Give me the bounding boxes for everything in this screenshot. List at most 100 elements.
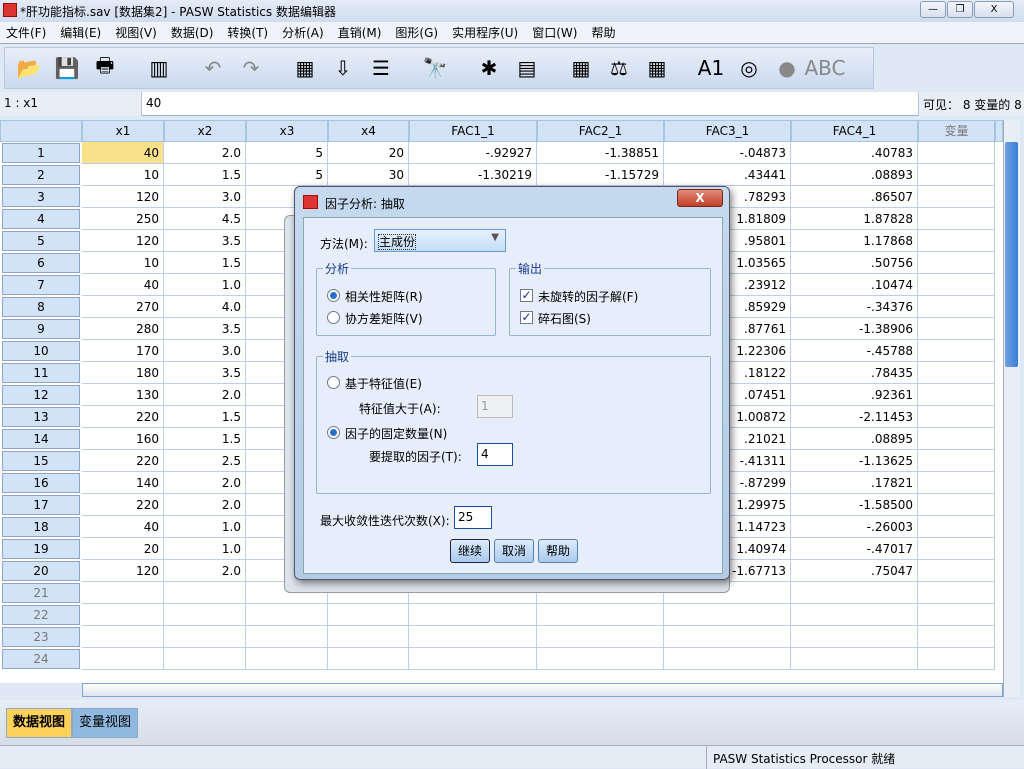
table-cell[interactable] — [537, 626, 664, 648]
table-cell[interactable] — [918, 384, 995, 406]
table-cell[interactable]: 3.0 — [164, 340, 246, 362]
row-header[interactable]: 11 — [2, 363, 80, 383]
column-header[interactable] — [995, 120, 1003, 142]
row-header[interactable]: 23 — [2, 627, 80, 647]
insert-variable-icon[interactable]: ✱ — [473, 52, 505, 84]
table-cell[interactable]: 170 — [82, 340, 164, 362]
table-cell[interactable] — [918, 604, 995, 626]
table-cell[interactable]: 180 — [82, 362, 164, 384]
menu-item[interactable]: 帮助 — [591, 24, 615, 41]
table-cell[interactable]: .50756 — [791, 252, 918, 274]
table-cell[interactable] — [664, 604, 791, 626]
table-cell[interactable]: 130 — [82, 384, 164, 406]
cancel-button[interactable]: 取消 — [494, 539, 534, 563]
table-cell[interactable]: .78435 — [791, 362, 918, 384]
table-cell[interactable]: 2.0 — [164, 142, 246, 164]
table-cell[interactable] — [328, 626, 409, 648]
table-cell[interactable] — [918, 318, 995, 340]
row-header[interactable]: 3 — [2, 187, 80, 207]
menu-item[interactable]: 视图(V) — [115, 24, 157, 41]
row-header[interactable]: 5 — [2, 231, 80, 251]
variables-icon[interactable]: ☰ — [365, 52, 397, 84]
table-cell[interactable] — [328, 604, 409, 626]
continue-button[interactable]: 继续 — [450, 539, 490, 563]
table-cell[interactable] — [918, 428, 995, 450]
table-cell[interactable]: -1.38906 — [791, 318, 918, 340]
table-cell[interactable] — [918, 296, 995, 318]
table-cell[interactable] — [918, 626, 995, 648]
table-cell[interactable]: 160 — [82, 428, 164, 450]
tab-data-view[interactable]: 数据视图 — [6, 708, 73, 738]
table-cell[interactable]: 40 — [82, 142, 164, 164]
row-header[interactable]: 15 — [2, 451, 80, 471]
table-cell[interactable]: 20 — [82, 538, 164, 560]
table-cell[interactable]: 1.0 — [164, 516, 246, 538]
dialog-close-button[interactable]: X — [677, 189, 723, 207]
table-cell[interactable] — [918, 516, 995, 538]
table-cell[interactable]: 20 — [328, 142, 409, 164]
insert-case-icon[interactable]: ⇩ — [327, 52, 359, 84]
row-header[interactable]: 10 — [2, 341, 80, 361]
table-cell[interactable]: -1.15729 — [537, 164, 664, 186]
table-cell[interactable]: .75047 — [791, 560, 918, 582]
table-cell[interactable] — [82, 604, 164, 626]
table-cell[interactable]: -.26003 — [791, 516, 918, 538]
table-cell[interactable]: -.45788 — [791, 340, 918, 362]
table-cell[interactable]: .92361 — [791, 384, 918, 406]
row-header[interactable]: 6 — [2, 253, 80, 273]
spell-check-icon[interactable]: ABC — [805, 52, 846, 84]
row-header[interactable]: 2 — [2, 165, 80, 185]
table-cell[interactable]: .08893 — [791, 164, 918, 186]
open-folder-icon[interactable]: 📂 — [13, 52, 45, 84]
table-cell[interactable] — [918, 186, 995, 208]
cell-value-input[interactable]: 40 — [146, 96, 161, 110]
split-file-icon[interactable]: ▤ — [511, 52, 543, 84]
table-cell[interactable]: -2.11453 — [791, 406, 918, 428]
row-header[interactable]: 24 — [2, 649, 80, 669]
menu-item[interactable]: 转换(T) — [227, 24, 268, 41]
table-cell[interactable] — [164, 604, 246, 626]
row-header[interactable]: 16 — [2, 473, 80, 493]
row-header[interactable]: 7 — [2, 275, 80, 295]
correlation-matrix-radio[interactable] — [327, 289, 340, 302]
table-cell[interactable]: 5 — [246, 164, 328, 186]
row-header[interactable]: 1 — [2, 143, 80, 163]
find-icon[interactable]: 🔭 — [419, 52, 451, 84]
value-labels-icon[interactable]: ▦ — [641, 52, 673, 84]
covariance-matrix-radio[interactable] — [327, 311, 340, 324]
vertical-scroll-thumb[interactable] — [1005, 142, 1018, 367]
table-cell[interactable]: 3.0 — [164, 186, 246, 208]
table-cell[interactable] — [82, 648, 164, 670]
table-cell[interactable] — [664, 648, 791, 670]
table-cell[interactable] — [918, 406, 995, 428]
table-cell[interactable] — [918, 274, 995, 296]
table-cell[interactable]: 40 — [82, 274, 164, 296]
table-cell[interactable] — [918, 472, 995, 494]
table-cell[interactable]: 1.5 — [164, 406, 246, 428]
table-cell[interactable]: .10474 — [791, 274, 918, 296]
row-header[interactable]: 9 — [2, 319, 80, 339]
table-cell[interactable]: 10 — [82, 252, 164, 274]
table-cell[interactable]: 220 — [82, 406, 164, 428]
table-cell[interactable] — [328, 648, 409, 670]
column-header[interactable]: FAC1_1 — [409, 120, 537, 142]
eigenvalue-radio[interactable] — [327, 376, 340, 389]
table-cell[interactable] — [537, 648, 664, 670]
dialog-recall-icon[interactable]: ▥ — [143, 52, 175, 84]
eigenvalue-input[interactable]: 1 — [477, 395, 513, 418]
row-header[interactable]: 18 — [2, 517, 80, 537]
maximize-button[interactable]: ❐ — [947, 1, 973, 18]
close-button[interactable]: X — [974, 1, 1014, 18]
table-cell[interactable]: 220 — [82, 494, 164, 516]
table-cell[interactable]: 40 — [82, 516, 164, 538]
table-cell[interactable] — [82, 626, 164, 648]
table-cell[interactable]: 220 — [82, 450, 164, 472]
table-cell[interactable] — [918, 560, 995, 582]
table-cell[interactable] — [246, 626, 328, 648]
unrotated-solution-checkbox[interactable]: ✓ — [520, 289, 533, 302]
table-cell[interactable]: 2.0 — [164, 560, 246, 582]
table-cell[interactable] — [918, 494, 995, 516]
table-cell[interactable] — [918, 582, 995, 604]
table-cell[interactable] — [918, 142, 995, 164]
table-cell[interactable]: 280 — [82, 318, 164, 340]
